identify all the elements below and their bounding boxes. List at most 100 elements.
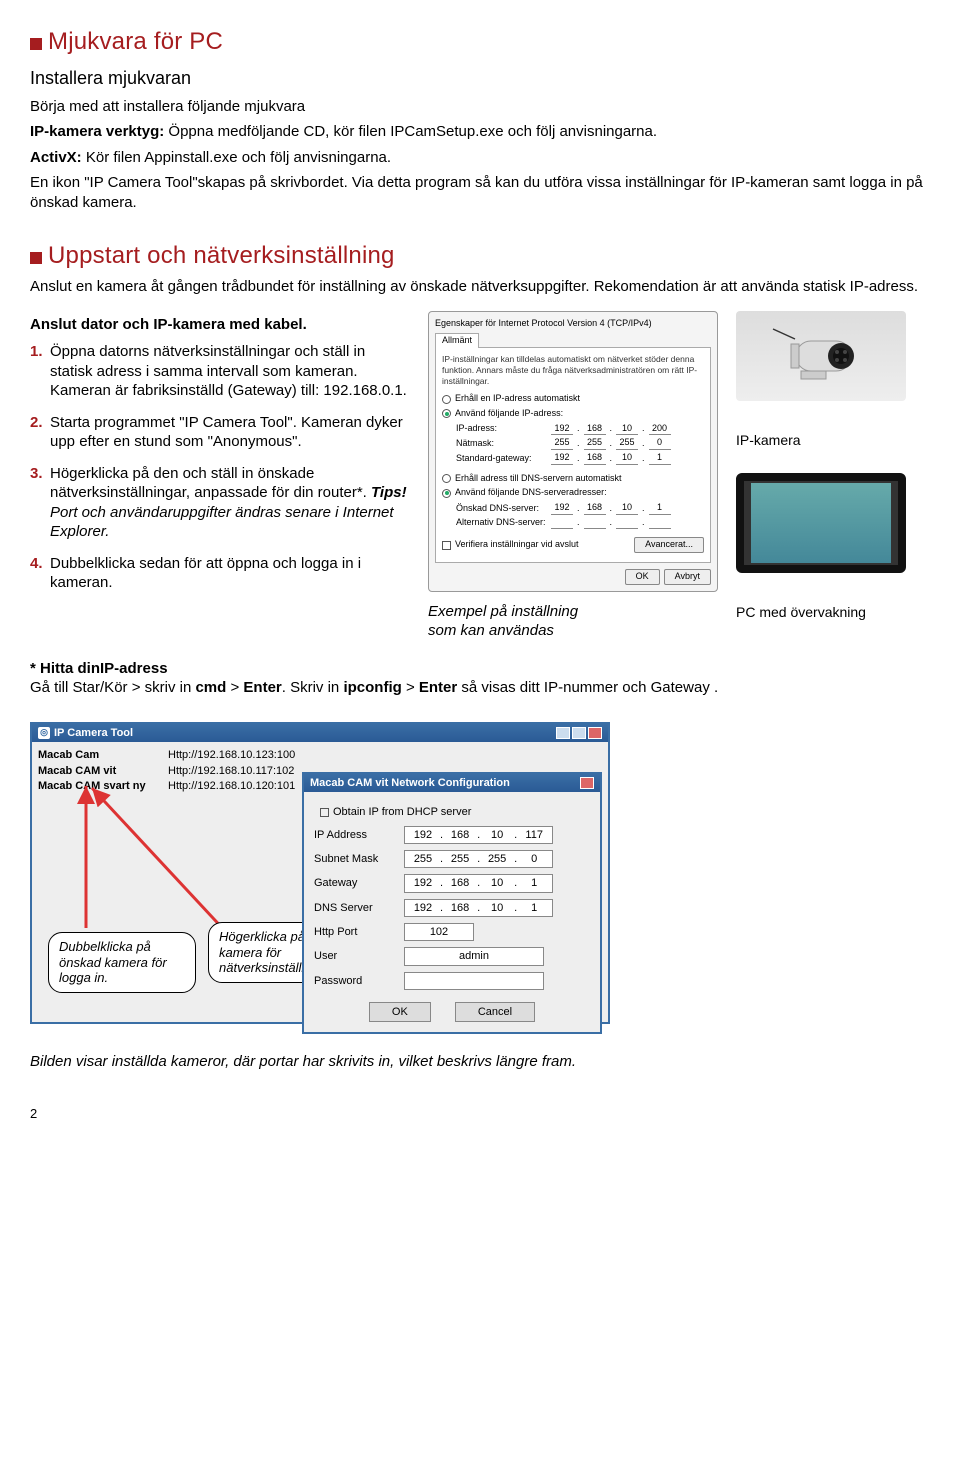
hitta-enter1: Enter — [243, 679, 281, 696]
cfg-ip-label: IP Address — [314, 828, 404, 842]
cfg-sm-input[interactable]: 255.255.255.0 — [404, 850, 553, 868]
dns2-label: Alternativ DNS-server: — [456, 517, 551, 529]
dns1-label: Önskad DNS-server: — [456, 503, 551, 515]
dhcp-checkbox[interactable] — [320, 808, 329, 817]
end-caption: Bilden visar inställda kameror, där port… — [30, 1052, 930, 1072]
step-num-2: 2. — [30, 413, 50, 452]
para-2: IP-kamera verktyg: Öppna medföljande CD,… — [30, 122, 930, 142]
dns1-value[interactable]: 192. 168. 10. 1 — [551, 502, 671, 515]
dns2-value[interactable]: . . . — [551, 517, 671, 530]
cfg-dns-input[interactable]: 192.168.10.1 — [404, 899, 553, 917]
label-activx: ActivX: — [30, 149, 82, 166]
step-3: Högerklicka på den och ställ in önskade … — [50, 464, 410, 542]
window-title: IP Camera Tool — [54, 726, 133, 740]
steps-list: 1. Öppna datorns nätverksinställningar o… — [30, 342, 410, 593]
ip-value[interactable]: 192. 168. 10. 200 — [551, 423, 671, 436]
step-num-1: 1. — [30, 342, 50, 401]
cfg-port-input[interactable]: 102 — [404, 923, 474, 941]
hitta-heading: * Hitta dinIP-adress — [30, 659, 930, 679]
radio-auto-ip[interactable] — [442, 395, 451, 404]
hitta-enter2: Enter — [419, 679, 457, 696]
hitta-text: Gå till Star/Kör > skriv in cmd > Enter.… — [30, 678, 930, 698]
gw-value[interactable]: 192. 168. 10. 1 — [551, 452, 671, 465]
hitta-tail: så visas ditt IP-nummer och Gateway . — [457, 679, 718, 696]
verify-checkbox[interactable] — [442, 541, 451, 550]
radio-static-ip-label: Använd följande IP-adress: — [455, 408, 563, 420]
cfg-port-label: Http Port — [314, 925, 404, 939]
cfg-sm-label: Subnet Mask — [314, 852, 404, 866]
radio-auto-ip-label: Erhåll en IP-adress automatiskt — [455, 393, 580, 405]
cfg-gw-input[interactable]: 192.168.10.1 — [404, 874, 553, 892]
network-config-dialog: Macab CAM vit Network Configuration Obta… — [302, 772, 602, 1034]
caption-1b: som kan användas — [428, 621, 718, 641]
heading-2-text: Uppstart och nätverksinställning — [48, 240, 395, 271]
hitta-c: > — [226, 679, 243, 696]
step-num-3: 3. — [30, 464, 50, 542]
step-num-4: 4. — [30, 554, 50, 593]
cfg-pwd-label: Password — [314, 974, 404, 988]
minimize-button[interactable] — [556, 727, 570, 739]
dialog-desc: IP-inställningar kan tilldelas automatis… — [442, 354, 704, 387]
square-icon — [30, 38, 42, 50]
radio-static-dns[interactable] — [442, 489, 451, 498]
verify-label: Verifiera inställningar vid avslut — [455, 539, 579, 551]
window-titlebar: ◎ IP Camera Tool — [32, 724, 608, 742]
dhcp-label: Obtain IP from DHCP server — [333, 805, 471, 819]
cancel-button[interactable]: Avbryt — [664, 569, 711, 585]
step-3-tips: Tips! — [371, 484, 407, 501]
list-item[interactable]: Macab CamHttp://192.168.10.123:100 — [38, 748, 602, 763]
caption-1a: Exempel på inställning — [428, 602, 718, 622]
close-button[interactable] — [588, 727, 602, 739]
para-3: ActivX: Kör filen Appinstall.exe och föl… — [30, 148, 930, 168]
config-titlebar: Macab CAM vit Network Configuration — [304, 774, 600, 792]
laptop-image — [736, 473, 906, 573]
cfg-dns-label: DNS Server — [314, 901, 404, 915]
para-5: Anslut en kamera åt gången trådbundet fö… — [30, 277, 930, 297]
square-icon — [30, 252, 42, 264]
step-4: Dubbelklicka sedan för att öppna och log… — [50, 554, 410, 593]
cfg-gw-label: Gateway — [314, 876, 404, 890]
hitta-c2: > — [402, 679, 419, 696]
radio-auto-dns[interactable] — [442, 474, 451, 483]
advanced-button[interactable]: Avancerat... — [634, 537, 704, 553]
arrow-icon — [72, 778, 212, 938]
heading-text: Mjukvara för PC — [48, 26, 223, 57]
camera-icon — [761, 321, 881, 391]
tab-allmant[interactable]: Allmänt — [435, 333, 479, 348]
hitta-e: . Skriv in — [282, 679, 344, 696]
para-4: En ikon "IP Camera Tool"skapas på skrivb… — [30, 173, 930, 212]
cfg-cancel-button[interactable]: Cancel — [455, 1002, 535, 1022]
bubble-doubleclick: Dubbelklicka på önskad kamera för logga … — [48, 932, 196, 993]
mask-label: Nätmask: — [456, 438, 551, 450]
config-close-button[interactable] — [580, 777, 594, 789]
gw-label: Standard-gateway: — [456, 453, 551, 465]
radio-auto-dns-label: Erhåll adress till DNS-servern automatis… — [455, 473, 622, 485]
cfg-user-input[interactable]: admin — [404, 947, 544, 965]
para-3-text: Kör filen Appinstall.exe och följ anvisn… — [82, 149, 391, 166]
label-ipkamera: IP-kamera verktyg: — [30, 123, 164, 140]
ok-button[interactable]: OK — [625, 569, 660, 585]
laptop-screen — [751, 483, 891, 563]
ip-camera-tool-window: ◎ IP Camera Tool Macab CamHttp://192.168… — [30, 722, 610, 1024]
label-ipkamera: IP-kamera — [736, 431, 801, 449]
radio-static-ip[interactable] — [442, 409, 451, 418]
cfg-pwd-input[interactable] — [404, 972, 544, 990]
subheading-2: Anslut dator och IP-kamera med kabel. — [30, 315, 410, 335]
cfg-user-label: User — [314, 949, 404, 963]
heading-1: Mjukvara för PC — [30, 26, 930, 57]
ip-label: IP-adress: — [456, 423, 551, 435]
cfg-ip-input[interactable]: 192.168.10.117 — [404, 826, 553, 844]
radio-static-dns-label: Använd följande DNS-serveradresser: — [455, 487, 607, 499]
config-title: Macab CAM vit Network Configuration — [310, 776, 510, 790]
app-icon: ◎ — [38, 727, 50, 739]
para-2-text: Öppna medföljande CD, kör filen IPCamSet… — [164, 123, 657, 140]
label-pc: PC med övervakning — [736, 603, 866, 621]
maximize-button[interactable] — [572, 727, 586, 739]
cfg-ok-button[interactable]: OK — [369, 1002, 431, 1022]
step-3a: Högerklicka på den och ställ in önskade … — [50, 465, 367, 502]
para-1: Börja med att installera följande mjukva… — [30, 97, 930, 117]
step-2: Starta programmet "IP Camera Tool". Kame… — [50, 413, 410, 452]
mask-value[interactable]: 255. 255. 255. 0 — [551, 437, 671, 450]
step-3c: Port och användaruppgifter ändras senare… — [50, 504, 394, 541]
hitta-ipconfig: ipconfig — [343, 679, 401, 696]
